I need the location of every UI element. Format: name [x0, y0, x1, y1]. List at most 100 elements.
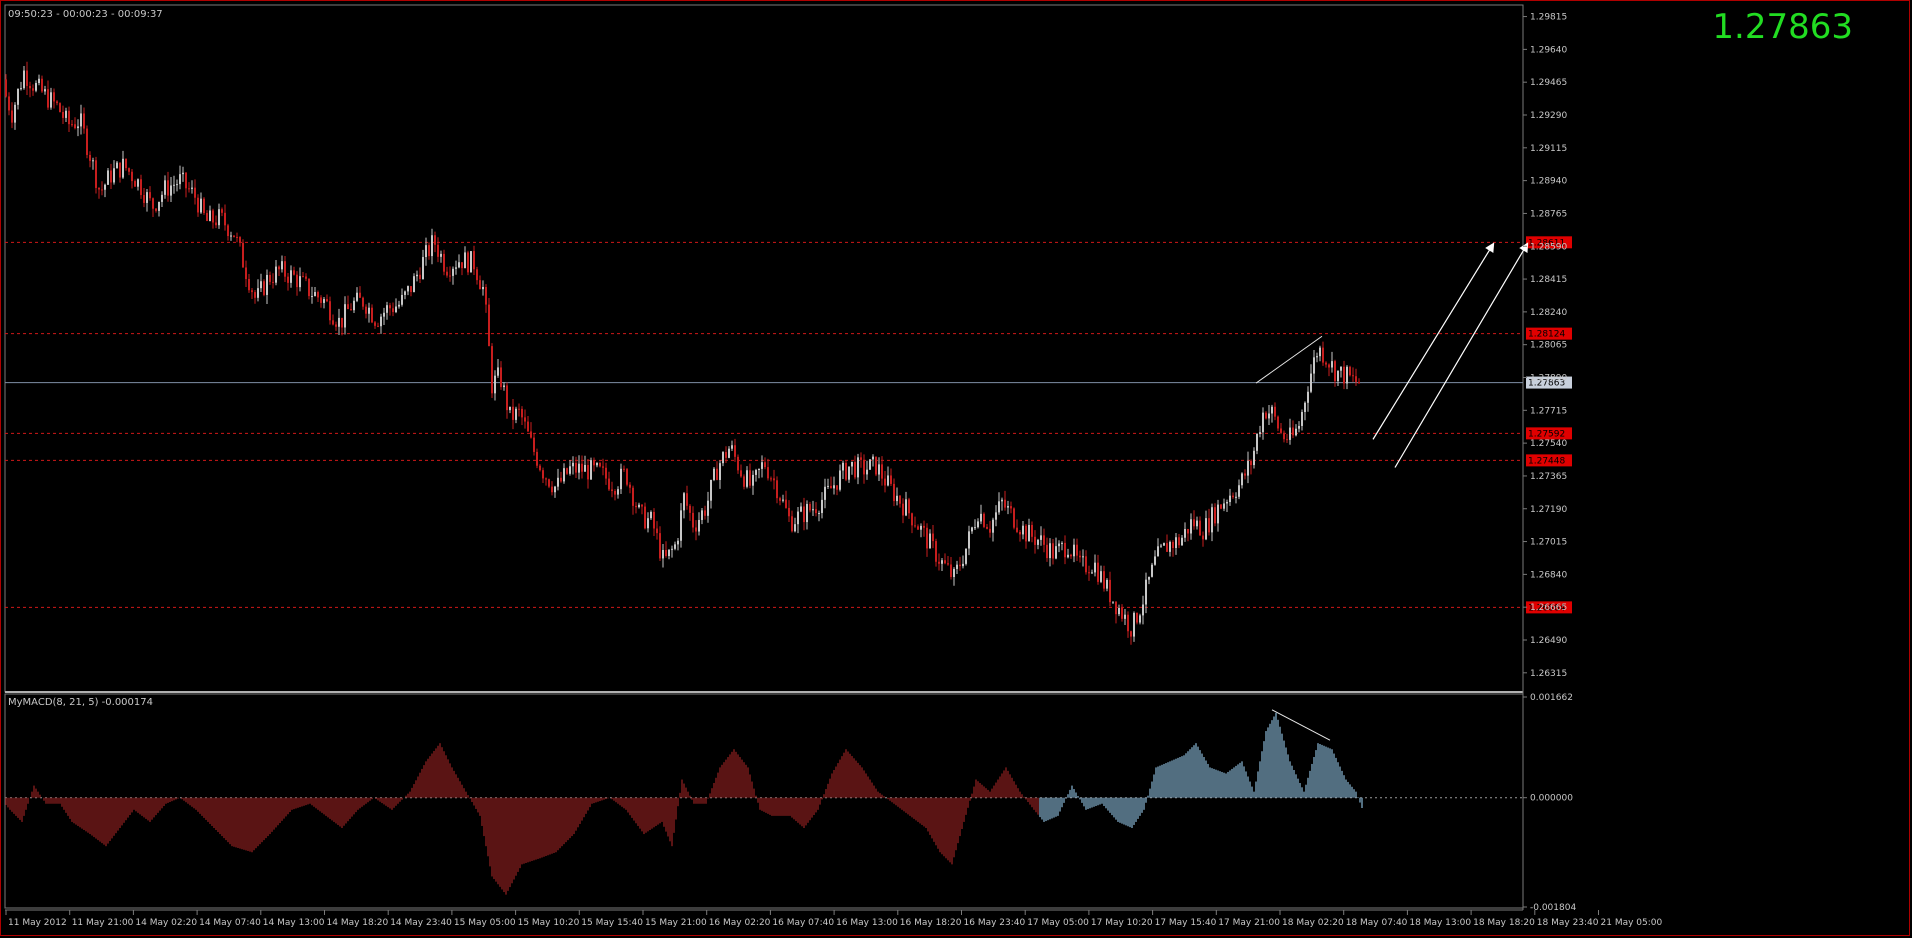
candle-body: [1298, 425, 1300, 429]
candle-body: [734, 445, 736, 457]
candle-body: [1190, 519, 1192, 534]
time-tick-label: 17 May 10:20: [1091, 918, 1153, 928]
time-tick-label: 18 May 23:40: [1537, 918, 1599, 928]
candle-body: [371, 307, 373, 323]
candle-body: [1178, 537, 1180, 546]
candle-body: [35, 83, 37, 91]
candle-body: [143, 195, 145, 203]
candle-body: [791, 516, 793, 532]
candle-body: [1274, 406, 1276, 417]
candle-body: [173, 184, 175, 186]
candle-body: [137, 179, 139, 187]
time-tick-label: 15 May 05:00: [454, 918, 516, 928]
price-tick-label: 1.27015: [1530, 538, 1567, 548]
candle-body: [326, 299, 328, 302]
time-tick-label: 14 May 13:00: [263, 918, 325, 928]
candle-body: [1343, 366, 1345, 384]
candle-body: [497, 367, 499, 376]
candle-body: [500, 367, 502, 388]
level-price-label: 1.27448: [1528, 456, 1565, 466]
candle-body: [65, 110, 67, 118]
candle-body: [761, 462, 763, 469]
candle-body: [1241, 473, 1243, 486]
time-tick-label: 14 May 18:20: [327, 918, 389, 928]
candle-body: [1127, 614, 1129, 632]
candle-body: [446, 271, 448, 276]
candle-body: [269, 274, 271, 282]
candle-body: [1112, 601, 1114, 603]
price-tick-label: 1.28065: [1530, 341, 1567, 351]
candle-body: [110, 170, 112, 183]
candle-body: [578, 463, 580, 473]
candle-body: [41, 78, 43, 92]
candle-body: [365, 306, 367, 314]
candle-body: [518, 408, 520, 410]
candle-body: [878, 464, 880, 475]
candle-body: [626, 469, 628, 485]
candle-body: [785, 499, 787, 508]
candle-body: [887, 475, 889, 486]
last-price-display: 1.27863: [1712, 7, 1853, 47]
price-chart[interactable]: 09:50:23 - 00:00:23 - 00:09:37 1.27863 M…: [0, 0, 1912, 938]
candle-body: [950, 564, 952, 577]
candle-body: [941, 560, 943, 564]
candle-body: [506, 385, 508, 411]
candle-body: [68, 110, 70, 125]
candle-body: [932, 533, 934, 542]
candle-body: [149, 192, 151, 199]
candle-body: [20, 88, 22, 90]
candle-body: [962, 563, 964, 567]
candle-body: [119, 162, 121, 178]
candle-body: [377, 325, 379, 327]
horizontal-levels[interactable]: 1.286111.281241.275921.274481.266641.278…: [5, 236, 1572, 614]
candle-body: [1352, 375, 1354, 377]
candle-body: [242, 242, 244, 268]
candle-body: [128, 168, 130, 172]
candle-body: [1151, 564, 1153, 577]
candle-body: [26, 70, 28, 86]
candle-body: [125, 158, 127, 169]
candle-body: [425, 245, 427, 258]
time-tick-label: 18 May 07:40: [1346, 918, 1408, 928]
candle-body: [224, 212, 226, 226]
candle-body: [1208, 518, 1210, 533]
candle-body: [278, 266, 280, 270]
candle-body: [662, 550, 664, 559]
candle-body: [1295, 428, 1297, 436]
candle-body: [716, 468, 718, 480]
candle-body: [593, 460, 595, 466]
candle-body: [449, 275, 451, 277]
candle-body: [1187, 529, 1189, 534]
candle-body: [986, 526, 988, 529]
candle-body: [491, 346, 493, 394]
candle-body: [1130, 631, 1132, 637]
candle-body: [353, 300, 355, 311]
candle-body: [614, 491, 616, 495]
candle-body: [290, 270, 292, 283]
candle-body: [260, 281, 262, 289]
candle-body: [1001, 499, 1003, 502]
candle-body: [104, 184, 106, 190]
candle-body: [5, 79, 7, 97]
macd-tick-label: 0.000000: [1530, 794, 1573, 804]
candle-body: [473, 251, 475, 270]
price-tick-label: 1.27890: [1530, 374, 1567, 384]
candle-body: [773, 478, 775, 481]
candle-body: [800, 506, 802, 512]
candle-body: [740, 470, 742, 477]
candle-body: [875, 456, 877, 475]
candle-body: [131, 171, 133, 182]
candle-body: [1301, 411, 1303, 426]
candle-body: [221, 209, 223, 213]
candle-body: [797, 511, 799, 525]
price-tick-label: 1.26840: [1530, 570, 1567, 580]
candle-body: [557, 477, 559, 487]
candle-body: [62, 111, 64, 118]
candle-body: [401, 294, 403, 305]
candle-body: [620, 468, 622, 490]
candle-body: [1214, 507, 1216, 524]
candle-body: [953, 568, 955, 577]
candle-body: [329, 301, 331, 321]
candle-body: [182, 172, 184, 175]
candle-body: [1250, 460, 1252, 466]
